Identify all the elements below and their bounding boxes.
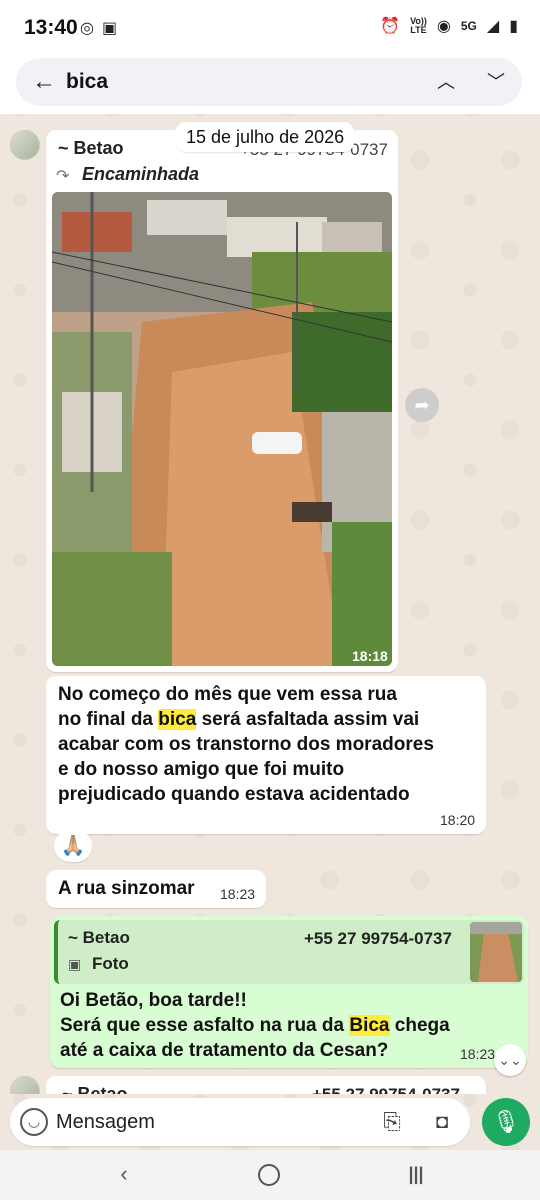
text-message[interactable]: A rua sinzomar 18:23 (46, 870, 266, 908)
volte-icon: Vo)) LTE (410, 16, 427, 35)
avatar[interactable] (10, 1076, 40, 1094)
quote-phone: +55 27 99754-0737 (304, 929, 452, 948)
street-photo-drawing (52, 192, 392, 666)
share-icon[interactable]: ➦ (405, 388, 439, 422)
search-bar: ← bica ︿ ﹀ (16, 58, 522, 106)
text-message[interactable]: No começo do mês que vem essa rua no fin… (46, 676, 486, 834)
nav-back-icon[interactable]: ‹ (110, 1160, 138, 1188)
whatsapp-icon: ◎ (80, 20, 94, 37)
chevron-up-icon[interactable]: ︿ (432, 68, 460, 96)
reaction-badge[interactable]: 🙏🏼 (54, 830, 92, 862)
scroll-down-icon[interactable]: ⌄⌄ (494, 1044, 526, 1076)
photo-icon: ▣ (68, 956, 82, 972)
back-arrow-icon[interactable]: ← (30, 68, 58, 96)
message-composer: ◡ ⎘ ◘ (10, 1098, 470, 1146)
next-message-preview[interactable]: ~ Betao +55 27 99754-0737 (46, 1076, 486, 1094)
street-photo[interactable]: 18:18 (52, 192, 392, 666)
message-text: No começo do mês que vem essa rua no fin… (58, 684, 434, 805)
search-header: ← bica ︿ ﹀ (0, 56, 540, 114)
reply-text: Oi Betão, boa tarde!! Será que esse asfal… (60, 990, 450, 1061)
notification-icons: ◎ ▣ (80, 18, 117, 38)
paperclip-icon[interactable]: ⎘ (378, 1108, 406, 1136)
sender-phone: +55 27 99754-0737 (312, 1085, 460, 1094)
forwarded-icon: ↷ (56, 168, 70, 185)
status-time: 13:40 (24, 16, 78, 39)
message-timestamp: 18:23 (460, 1046, 496, 1062)
message-timestamp: 18:23 (220, 886, 256, 902)
nav-home-icon[interactable] (258, 1164, 280, 1186)
message-icon: ▣ (101, 20, 118, 37)
alarm-icon: ⏰ (380, 18, 401, 35)
forwarded-image-message[interactable]: ~ Betao +55 27 99754-0737 ↷ Encaminhada (46, 130, 398, 672)
message-text: A rua sinzomar (58, 878, 195, 899)
status-bar: 13:40 ◎ ▣ ⏰ Vo)) LTE ◉ 5G ◢ ▮ (0, 0, 540, 56)
system-icons: ⏰ Vo)) LTE ◉ 5G ◢ ▮ (380, 16, 518, 36)
sticker-icon[interactable]: ◡ (20, 1108, 48, 1136)
network-type: 5G (460, 19, 477, 33)
quote-thumbnail (470, 922, 522, 982)
sender-name: ~ Betao (62, 1084, 128, 1094)
search-query[interactable]: bica (66, 70, 108, 94)
signal-icon: ◢ (486, 18, 500, 35)
message-input[interactable] (56, 1106, 356, 1138)
reply-message[interactable]: ~ Betao +55 27 99754-0737 ▣ Foto Oi Betã… (50, 916, 528, 1068)
sender-name[interactable]: ~ Betao (58, 138, 124, 159)
avatar[interactable] (10, 130, 40, 160)
reaction-emoji: 🙏🏼 (60, 835, 86, 857)
system-nav-bar: ‹ ||| (0, 1150, 540, 1200)
quote-sender: ~ Betao (68, 928, 130, 947)
chevron-down-icon[interactable]: ﹀ (482, 68, 510, 96)
camera-icon[interactable]: ◘ (428, 1108, 456, 1136)
message-timestamp: 18:20 (440, 812, 476, 828)
image-timestamp: 18:18 (352, 648, 388, 664)
forwarded-label: Encaminhada (82, 164, 200, 184)
chat-area: ~ Betao +55 27 99754-0737 ↷ Encaminhada (0, 114, 540, 1094)
battery-icon: ▮ (509, 18, 518, 35)
mic-icon[interactable]: 🎙 (482, 1098, 530, 1146)
hotspot-icon: ◉ (436, 18, 451, 35)
nav-recents-icon[interactable]: ||| (402, 1160, 430, 1188)
date-divider: 15 de julho de 2026 (176, 122, 355, 152)
quoted-message[interactable]: ~ Betao +55 27 99754-0737 ▣ Foto (54, 920, 524, 984)
quote-type: Foto (92, 954, 129, 973)
